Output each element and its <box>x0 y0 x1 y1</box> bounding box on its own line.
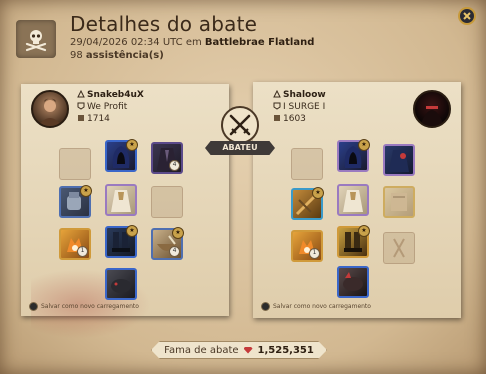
fork-knife-icon <box>393 238 405 258</box>
quantity-badge: 4 <box>169 160 180 171</box>
armor-slot[interactable] <box>337 184 369 216</box>
assist-label: assistência(s) <box>85 50 164 61</box>
offhand-slot[interactable] <box>383 186 415 218</box>
player-icon <box>77 89 85 98</box>
mount-icon <box>343 272 363 291</box>
kill-banner: ABATEU <box>205 141 275 155</box>
enchant-badge: ★ <box>80 185 92 197</box>
mainhand-slot[interactable]: ★ <box>291 187 324 220</box>
killer-save-label: Salvar como novo carregamento <box>41 303 139 310</box>
crossed-swords-icon <box>221 106 259 144</box>
cape-slot[interactable]: 4 <box>151 142 183 174</box>
tome-icon <box>391 193 407 211</box>
killer-name-text: Snakeb4uX <box>87 90 144 100</box>
kill-timestamp-location: 29/04/2026 02:34 UTC em Battlebrae Flatl… <box>70 37 314 48</box>
food-slot[interactable]: ★ 4 <box>151 227 184 260</box>
killer-save-loadout[interactable]: Salvar como novo carregamento <box>29 302 139 311</box>
shoes-slot[interactable]: ★ <box>337 225 370 258</box>
item-power-icon <box>273 114 281 122</box>
player-icon <box>273 89 281 98</box>
kill-fame-bar: Fama de abate 1,525,351 <box>151 341 327 359</box>
header: Detalhes do abate 29/04/2026 02:34 UTC e… <box>0 0 486 70</box>
cape-icon <box>389 150 409 172</box>
victim-card: Shaloow I SURGE I 1603 ★ ★ 1 ★ Salvar co… <box>253 82 461 318</box>
quantity-badge: 1 <box>309 248 320 259</box>
skull-crossbones-icon <box>16 20 56 58</box>
guild-icon <box>77 102 85 110</box>
killer-item-power-value: 1714 <box>87 114 110 124</box>
killer-name[interactable]: Snakeb4uX <box>77 89 144 100</box>
potion-slot[interactable]: 1 <box>291 230 323 262</box>
fame-value: 1,525,351 <box>257 344 314 356</box>
empty-bag-slot <box>59 148 91 180</box>
save-loadout-icon <box>29 302 38 311</box>
victim-save-label: Salvar como novo carregamento <box>273 303 371 310</box>
assist-count: 98 <box>70 50 83 61</box>
victim-name[interactable]: Shaloow <box>273 89 326 100</box>
empty-food-slot <box>383 232 415 264</box>
close-button[interactable] <box>458 7 476 25</box>
shoes-slot[interactable]: ★ <box>105 225 138 258</box>
fame-label: Fama de abate <box>164 344 239 356</box>
quantity-badge: 4 <box>169 246 180 257</box>
enchant-badge: ★ <box>358 139 370 151</box>
potion-slot[interactable]: 1 <box>59 228 91 260</box>
head-slot[interactable]: ★ <box>105 139 138 172</box>
mount-icon <box>111 279 131 293</box>
enchant-badge: ★ <box>312 187 324 199</box>
victim-guild-text: I SURGE I <box>283 102 326 112</box>
empty-offhand-slot <box>151 186 183 218</box>
kill-details-window: Detalhes do abate 29/04/2026 02:34 UTC e… <box>0 0 486 374</box>
fame-gem-icon <box>243 346 253 354</box>
robe-icon <box>343 190 363 212</box>
item-power-icon <box>77 114 85 122</box>
enchant-badge: ★ <box>358 225 370 237</box>
victim-item-power-value: 1603 <box>283 114 306 124</box>
close-icon <box>463 12 471 20</box>
kill-timestamp: 29/04/2026 02:34 UTC em <box>70 37 202 48</box>
mount-slot[interactable] <box>337 266 369 298</box>
killer-guild[interactable]: We Profit <box>77 102 127 112</box>
guild-icon <box>273 102 281 110</box>
robe-icon <box>111 190 131 212</box>
cape-slot[interactable] <box>383 144 415 176</box>
quantity-badge: 1 <box>77 246 88 257</box>
killer-avatar[interactable] <box>31 90 69 128</box>
killer-item-power: 1714 <box>77 114 110 124</box>
killer-card: Snakeb4uX We Profit 1714 ★ 4 ★ 1 ★ ★ 4 S… <box>21 84 229 339</box>
mainhand-slot[interactable]: ★ <box>59 185 92 218</box>
page-title: Detalhes do abate <box>70 12 258 36</box>
empty-bag-slot <box>291 148 323 180</box>
enchant-badge: ★ <box>126 225 138 237</box>
assist-count-line: 98 assistência(s) <box>70 50 164 61</box>
save-loadout-icon <box>261 302 270 311</box>
victim-name-text: Shaloow <box>283 90 326 100</box>
mount-slot[interactable] <box>105 268 137 300</box>
killer-guild-text: We Profit <box>87 102 128 112</box>
victim-item-power: 1603 <box>273 114 306 124</box>
victim-guild[interactable]: I SURGE I <box>273 102 325 112</box>
enchant-badge: ★ <box>126 139 138 151</box>
victim-avatar[interactable] <box>413 90 451 128</box>
armor-slot[interactable] <box>105 184 137 216</box>
victim-save-loadout[interactable]: Salvar como novo carregamento <box>261 302 371 311</box>
kill-location: Battlebrae Flatland <box>204 37 315 48</box>
enchant-badge: ★ <box>172 227 184 239</box>
head-slot[interactable]: ★ <box>337 139 370 172</box>
